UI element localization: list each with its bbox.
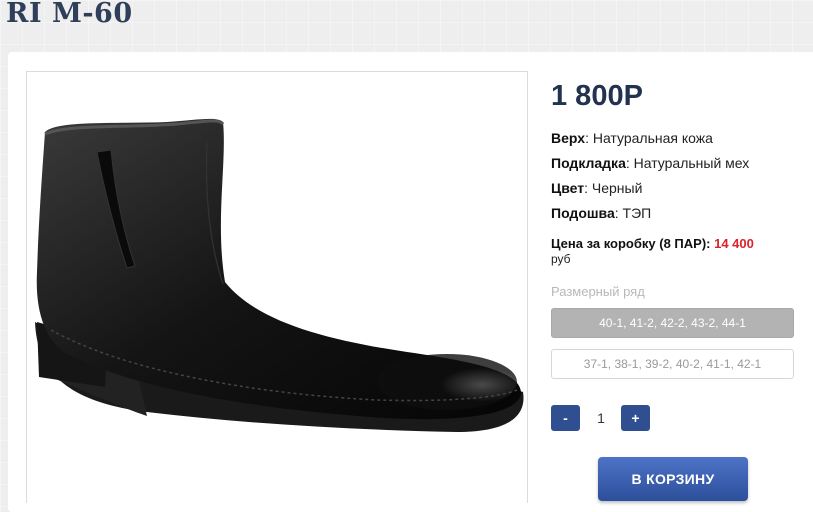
- product-price: 1 800Р: [551, 80, 643, 112]
- add-to-cart-button[interactable]: В КОРЗИНУ: [598, 457, 748, 501]
- product-image[interactable]: [26, 71, 528, 503]
- box-price: Цена за коробку (8 ПАР): 14 400: [551, 236, 754, 251]
- spec-upper-value: : Натуральная кожа: [585, 130, 713, 146]
- spec-sole-label: Подошва: [551, 205, 615, 221]
- product-title: RI M-60: [6, 0, 133, 29]
- spec-upper: Верх: Натуральная кожа: [551, 130, 713, 146]
- spec-color: Цвет: Черный: [551, 180, 642, 196]
- spec-sole: Подошва: ТЭП: [551, 205, 651, 221]
- box-price-label: Цена за коробку (8 ПАР):: [551, 236, 715, 251]
- size-option-selected[interactable]: 40-1, 41-2, 42-2, 43-2, 44-1: [551, 308, 794, 338]
- size-range-label: Размерный ряд: [551, 284, 645, 299]
- spec-lining-label: Подкладка: [551, 155, 626, 171]
- spec-upper-label: Верх: [551, 130, 586, 146]
- spec-lining: Подкладка: Натуральный мех: [551, 155, 749, 171]
- quantity-value[interactable]: 1: [584, 405, 618, 431]
- spec-sole-value: : ТЭП: [614, 205, 652, 221]
- spec-color-value: : Черный: [584, 180, 643, 196]
- size-option[interactable]: 37-1, 38-1, 39-2, 40-2, 41-1, 42-1: [551, 349, 794, 379]
- box-price-unit: руб: [551, 252, 571, 266]
- spec-color-label: Цвет: [551, 180, 585, 196]
- box-price-value: 14 400: [714, 236, 754, 251]
- quantity-minus-button[interactable]: -: [551, 405, 580, 431]
- spec-lining-value: : Натуральный мех: [625, 155, 750, 171]
- boot-image-icon: [35, 118, 524, 432]
- quantity-plus-button[interactable]: +: [621, 405, 650, 431]
